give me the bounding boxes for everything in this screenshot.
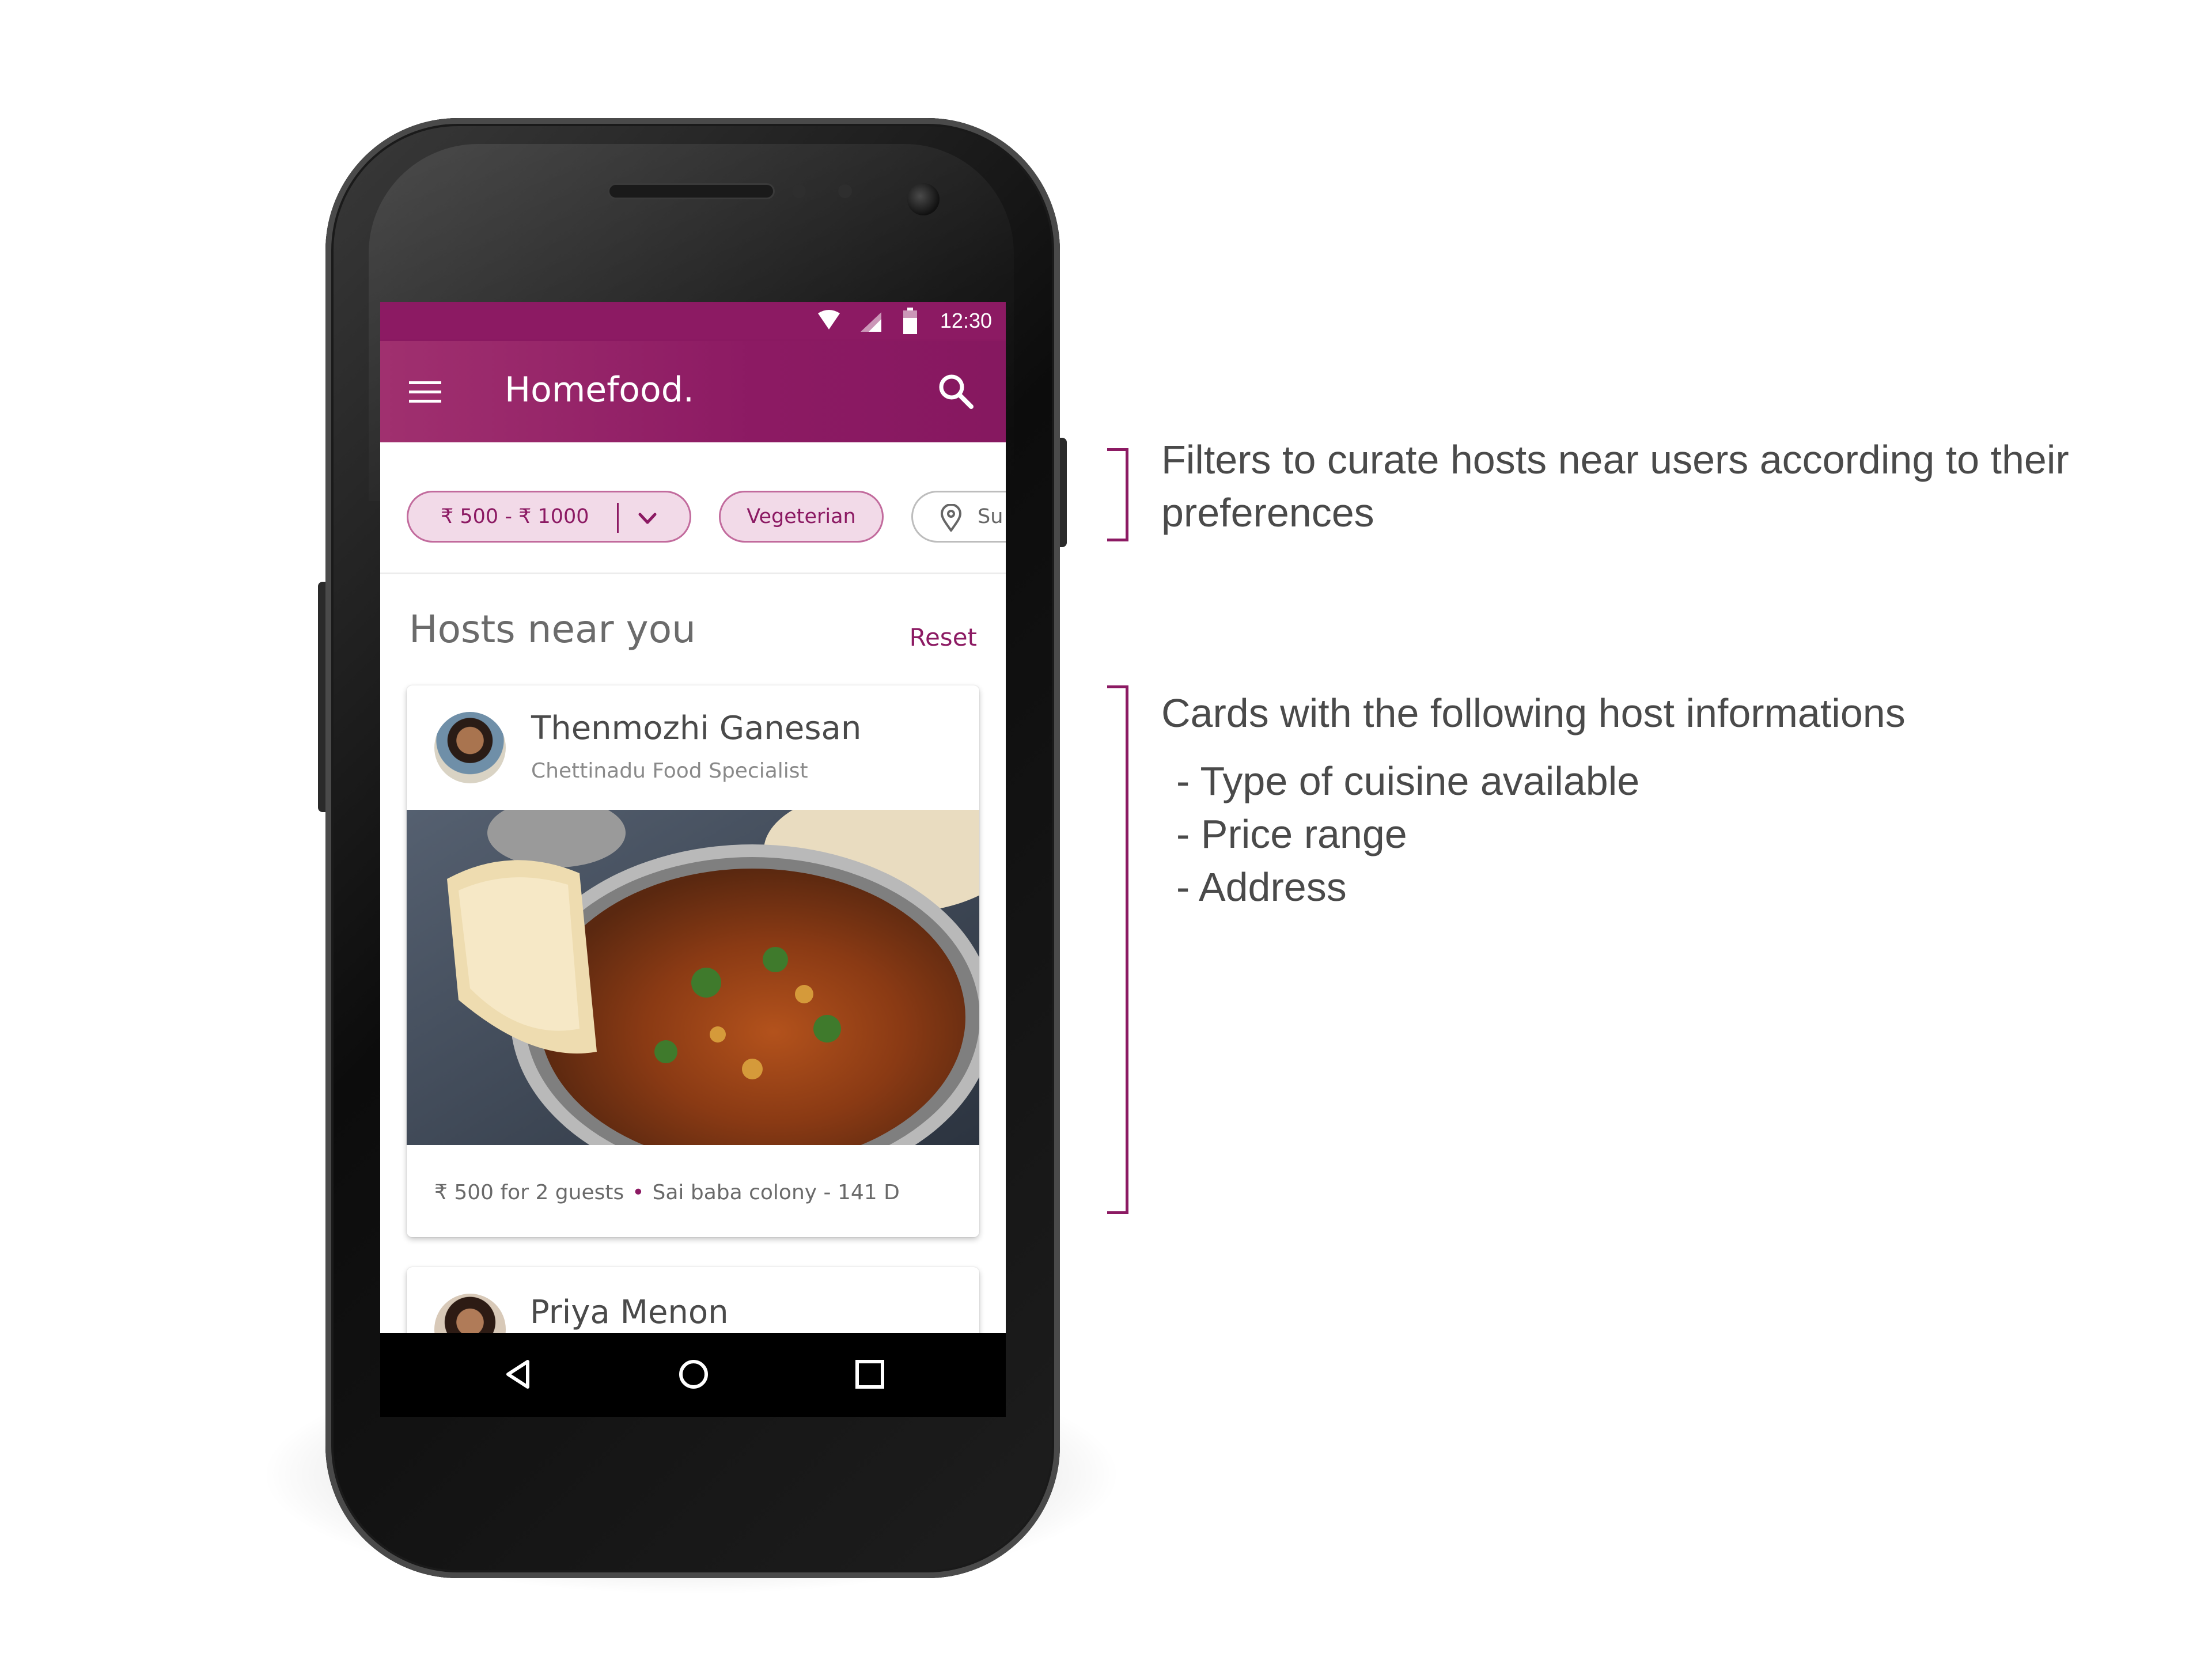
- hamburger-menu-icon[interactable]: [408, 378, 442, 405]
- reset-button[interactable]: Reset: [910, 623, 977, 651]
- avatar: [434, 1294, 506, 1333]
- cards-annotation-title: Cards with the following host informatio…: [1161, 691, 1906, 736]
- cards-annotation-item: - Type of cuisine available: [1176, 759, 1640, 803]
- filters-bracket: [1107, 448, 1128, 541]
- phone-camera: [907, 183, 940, 215]
- filters-annotation: Filters to curate hosts near users accor…: [1161, 433, 2069, 539]
- host-name: Priya Menon: [530, 1294, 729, 1331]
- price-range-label: ₹ 500 - ₹ 1000: [441, 505, 589, 528]
- phone-sensor: [838, 184, 852, 198]
- price-info: ₹ 500 for 2 guests: [434, 1181, 624, 1204]
- wifi-icon: [818, 310, 840, 329]
- host-specialty: Chettinadu Food Specialist: [531, 759, 808, 783]
- android-navigation-bar: [380, 1333, 1006, 1417]
- cards-annotation: Cards with the following host informatio…: [1161, 687, 1906, 914]
- host-card[interactable]: Thenmozhi Ganesan Chettinadu Food Specia…: [407, 685, 979, 1237]
- food-image: [407, 810, 979, 1145]
- app-bar: Homefood.: [380, 341, 1006, 442]
- cards-annotation-item: - Address: [1176, 865, 1347, 909]
- section-title: Hosts near you: [409, 607, 696, 651]
- cards-bracket: [1107, 685, 1128, 1214]
- filters-annotation-line: Filters to curate hosts near users accor…: [1161, 437, 2069, 482]
- separator-dot: •: [632, 1181, 645, 1204]
- cards-annotation-item: - Price range: [1176, 812, 1407, 856]
- filter-bar: ₹ 500 - ₹ 1000 Vegeterian Su: [380, 442, 1006, 574]
- avatar: [434, 712, 506, 783]
- price-range-filter-chip[interactable]: ₹ 500 - ₹ 1000: [407, 491, 691, 543]
- phone-sensor: [792, 184, 806, 198]
- back-icon[interactable]: [501, 1356, 538, 1393]
- location-chip-label: Su: [978, 505, 1003, 528]
- filters-annotation-line: preferences: [1161, 490, 1374, 535]
- host-name: Thenmozhi Ganesan: [531, 710, 862, 747]
- app-title: Homefood.: [505, 370, 694, 410]
- location-filter-chip[interactable]: Su: [911, 491, 1006, 543]
- recent-apps-icon[interactable]: [851, 1356, 888, 1393]
- signal-icon: [861, 312, 881, 332]
- home-icon[interactable]: [675, 1356, 712, 1393]
- chevron-down-icon[interactable]: [634, 505, 661, 532]
- phone-speaker: [608, 183, 775, 199]
- search-icon[interactable]: [937, 372, 975, 410]
- host-card-footer: ₹ 500 for 2 guests • Sai baba colony - 141…: [434, 1181, 900, 1204]
- status-time: 12:30: [940, 309, 992, 332]
- host-card[interactable]: Priya Menon: [407, 1267, 979, 1333]
- app-screen: 12:30 Homefood. ₹ 500 - ₹ 1000 Vegeteria…: [380, 302, 1006, 1333]
- location-pin-icon: [940, 504, 962, 532]
- vegetarian-chip-label: Vegeterian: [747, 505, 856, 528]
- address-info: Sai baba colony - 141 D: [652, 1181, 900, 1204]
- vegetarian-filter-chip[interactable]: Vegeterian: [719, 491, 884, 543]
- status-bar: 12:30: [380, 302, 1006, 341]
- chip-divider: [617, 503, 619, 533]
- battery-icon: [903, 308, 917, 334]
